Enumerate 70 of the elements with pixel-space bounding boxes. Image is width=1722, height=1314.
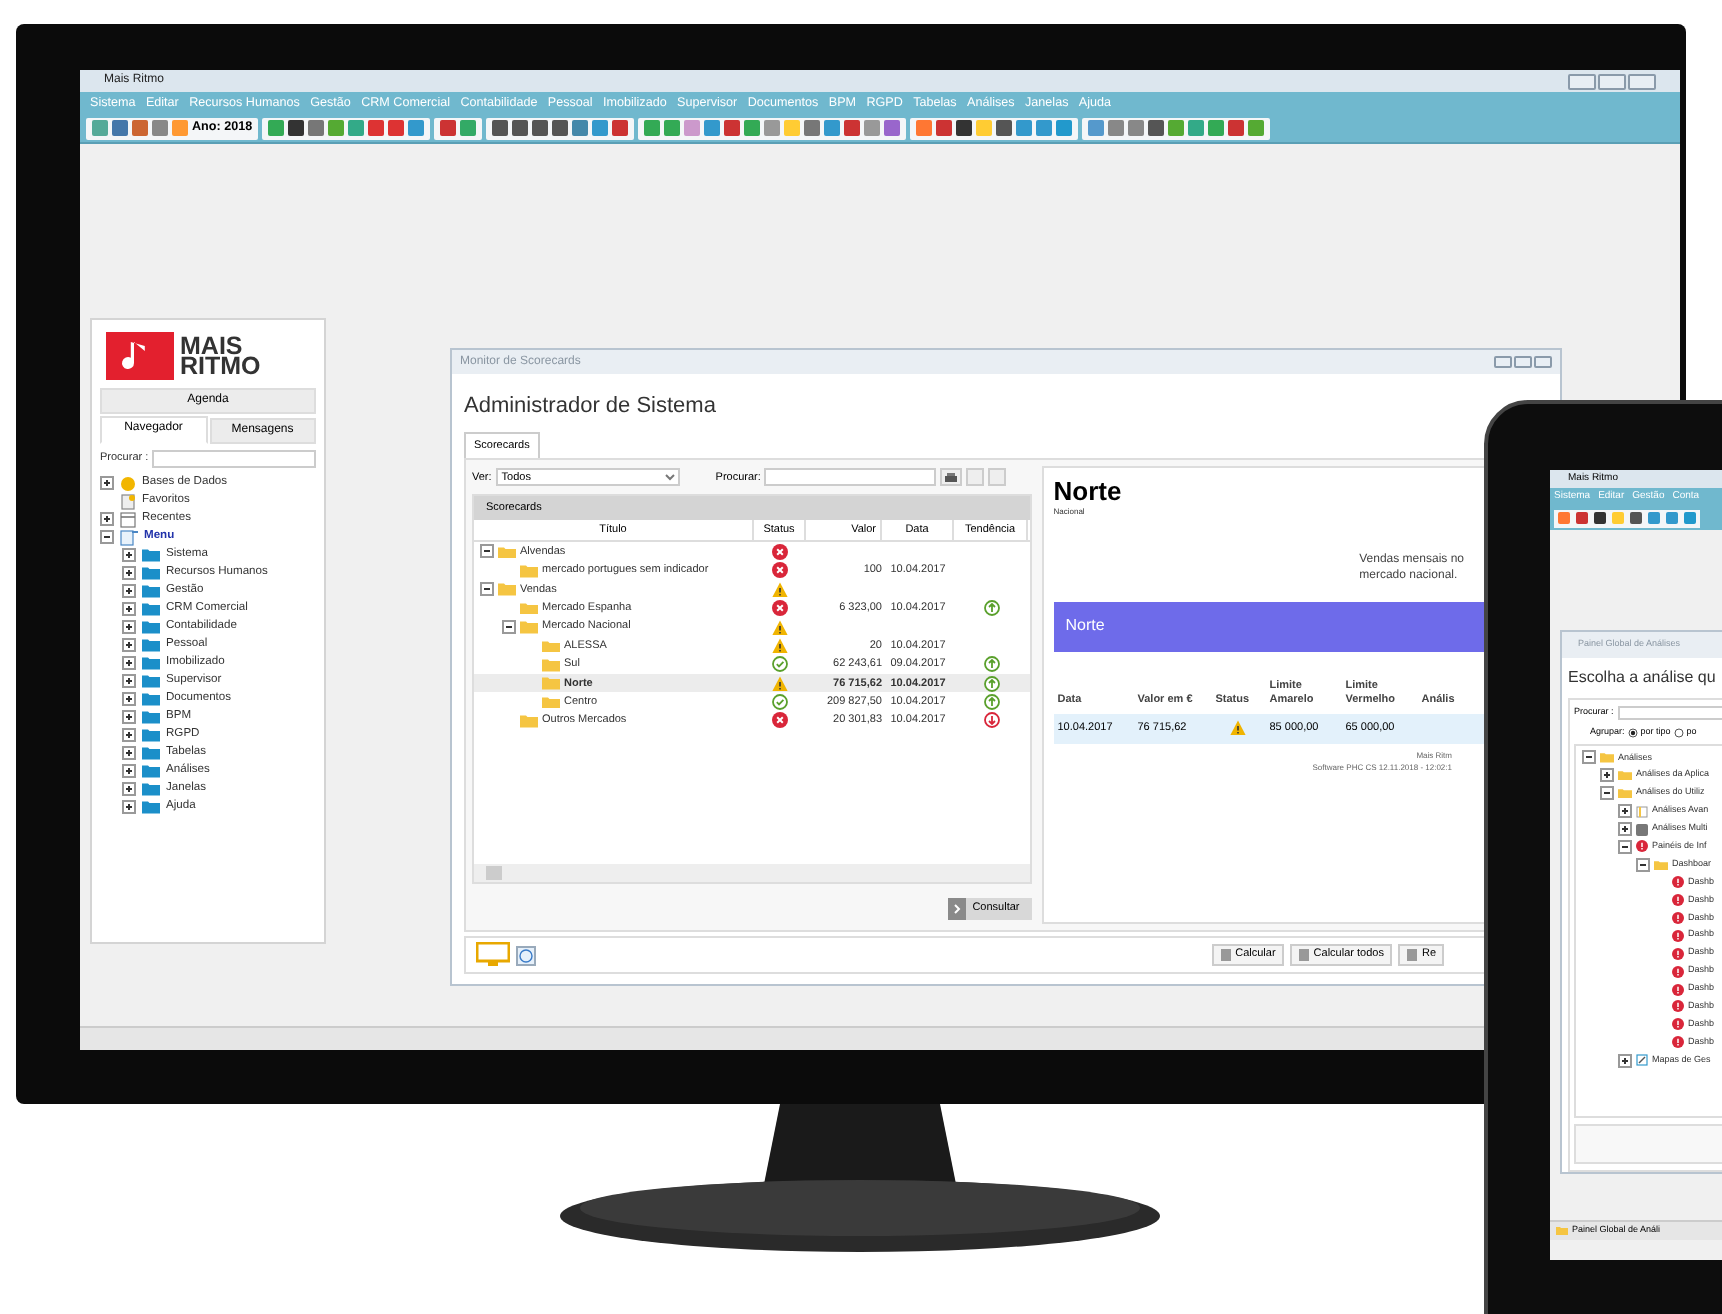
minimize-button[interactable] xyxy=(1568,73,1596,89)
alert-icon xyxy=(1672,894,1684,907)
alert-icon xyxy=(1672,965,1684,978)
expand-icon[interactable] xyxy=(122,620,136,634)
logo-text: RITMO xyxy=(180,356,261,376)
print-button[interactable] xyxy=(940,468,963,487)
search-field[interactable] xyxy=(152,450,316,468)
expand-icon[interactable] xyxy=(122,728,136,742)
close-button[interactable] xyxy=(1628,73,1656,89)
alert-icon xyxy=(1672,947,1684,960)
logo-music-note-icon xyxy=(106,332,174,380)
alert-icon xyxy=(1672,876,1684,889)
collapse-icon[interactable] xyxy=(502,620,516,634)
expand-icon[interactable] xyxy=(100,476,114,490)
heading: Administrador de Sistema xyxy=(464,392,718,422)
chevron-down-icon xyxy=(661,470,678,485)
radio-button[interactable] xyxy=(1628,727,1639,738)
alert-icon xyxy=(1672,911,1684,924)
expand-icon[interactable] xyxy=(1618,804,1632,819)
collapse-icon[interactable] xyxy=(1582,750,1596,765)
minimize-button[interactable] xyxy=(1494,356,1512,368)
expand-icon[interactable] xyxy=(1600,768,1614,783)
monitor-icon[interactable] xyxy=(476,942,510,968)
folder-icon xyxy=(1556,1226,1568,1236)
maximize-button[interactable] xyxy=(1598,73,1626,89)
collapse-icon[interactable] xyxy=(100,530,114,544)
expand-icon[interactable] xyxy=(122,782,136,796)
expand-icon[interactable] xyxy=(122,566,136,580)
collapse-icon[interactable] xyxy=(480,582,494,597)
collapse-icon[interactable] xyxy=(1636,857,1650,872)
search-field[interactable] xyxy=(764,468,937,487)
expand-icon[interactable] xyxy=(122,548,136,562)
expand-icon[interactable] xyxy=(122,710,136,724)
chevron-right-icon xyxy=(948,898,967,920)
horizontal-scrollbar[interactable] xyxy=(474,864,1030,882)
expand-icon[interactable] xyxy=(122,746,136,760)
expand-icon[interactable] xyxy=(122,800,136,814)
table-icon xyxy=(1636,805,1648,818)
help-icon[interactable] xyxy=(516,945,536,965)
printer-icon xyxy=(944,471,959,484)
expand-icon[interactable] xyxy=(122,656,136,670)
collapse-icon[interactable] xyxy=(480,544,494,559)
expand-icon[interactable] xyxy=(122,638,136,652)
logo-text: MAIS xyxy=(180,336,243,356)
expand-icon[interactable] xyxy=(122,674,136,688)
pencil-document-icon xyxy=(1636,1054,1648,1067)
expand-icon[interactable] xyxy=(122,584,136,598)
alert-icon xyxy=(1672,983,1684,996)
detail-title: Norte xyxy=(1053,477,1124,506)
expand-icon[interactable] xyxy=(1618,822,1632,836)
expand-icon[interactable] xyxy=(122,602,136,616)
heading: Escolha a análise qu xyxy=(1568,665,1718,690)
collapse-icon[interactable] xyxy=(1600,786,1614,801)
collapse-icon[interactable] xyxy=(1618,839,1632,854)
calendar-icon xyxy=(120,511,136,527)
folder-icon xyxy=(1654,859,1668,870)
alert-icon xyxy=(1672,1000,1684,1013)
radio-button[interactable] xyxy=(1674,727,1685,738)
expand-icon[interactable] xyxy=(1618,1053,1632,1068)
close-button[interactable] xyxy=(1534,356,1552,368)
alert-icon xyxy=(1672,1018,1684,1031)
alert-icon xyxy=(1672,1036,1684,1049)
expand-icon[interactable] xyxy=(122,764,136,778)
alert-icon xyxy=(1672,929,1684,942)
expand-icon[interactable] xyxy=(122,692,136,706)
menu-tree-icon xyxy=(120,529,138,545)
coin-icon xyxy=(120,475,136,491)
maximize-button[interactable] xyxy=(1514,356,1532,368)
alert-icon xyxy=(1636,840,1648,853)
expand-icon[interactable] xyxy=(100,512,114,526)
